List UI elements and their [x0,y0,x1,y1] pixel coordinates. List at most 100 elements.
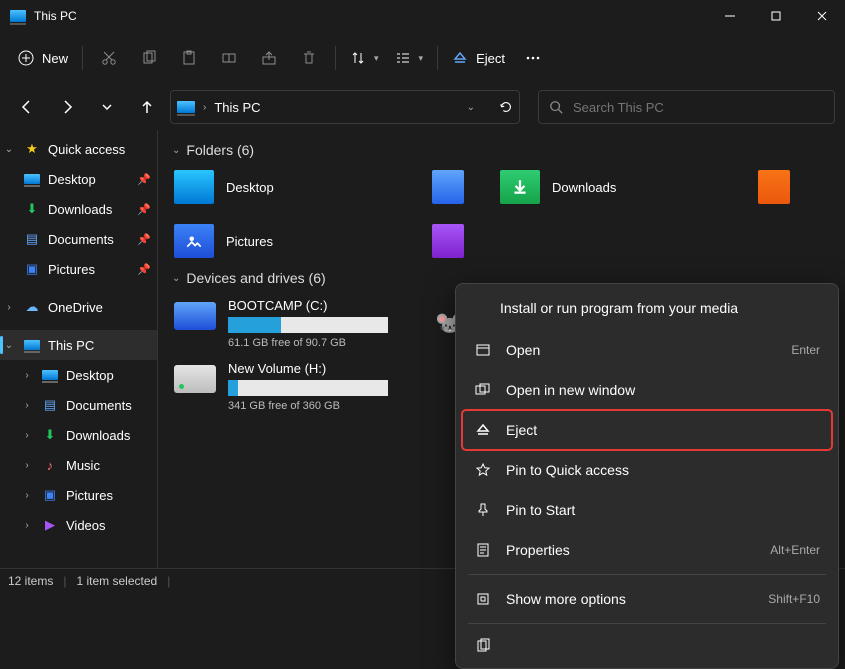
folder-pictures[interactable]: Pictures [170,220,400,262]
ctx-show-more[interactable]: Show more options Shift+F10 [462,579,832,619]
title-bar: This PC [0,0,845,32]
ctx-open-new-window[interactable]: Open in new window [462,370,832,410]
delete-button[interactable] [291,40,327,76]
ctx-pin-quick-access[interactable]: Pin to Quick access [462,450,832,490]
downloads-icon: ⬇ [42,427,58,443]
videos-icon: ▶ [42,517,58,533]
forward-button[interactable] [50,90,84,124]
videos-folder-icon [432,224,464,258]
chevron-down-icon: ⌄ [172,273,180,284]
minimize-button[interactable] [707,0,753,32]
ctx-copy-quick[interactable] [462,628,832,662]
sidebar-quick-access[interactable]: ⌄ ★ Quick access [0,134,157,164]
search-icon [549,100,563,114]
sidebar-label: Quick access [48,142,125,157]
sidebar-item-downloads[interactable]: ⬇ Downloads 📌 [0,194,157,224]
address-bar[interactable]: › This PC ⌄ [170,90,520,124]
recent-button[interactable] [90,90,124,124]
chevron-right-icon[interactable]: › [20,370,34,381]
sidebar-item-pictures[interactable]: ▣ Pictures 📌 [0,254,157,284]
rename-button[interactable] [211,40,247,76]
search-box[interactable] [538,90,835,124]
sidebar-item-label: Documents [66,398,132,413]
app-icon [10,10,26,22]
chevron-right-icon[interactable]: › [2,302,16,313]
chevron-right-icon[interactable]: › [20,430,34,441]
ctx-shortcut: Shift+F10 [768,592,820,606]
sidebar-item-label: Desktop [66,368,114,383]
separator [468,623,826,624]
folder-downloads[interactable]: Downloads [496,166,726,208]
sidebar-item-pictures[interactable]: › ▣ Pictures [0,480,157,510]
sidebar-item-desktop[interactable]: › Desktop [0,360,157,390]
chevron-right-icon[interactable]: › [20,520,34,531]
ctx-pin-start[interactable]: Pin to Start [462,490,832,530]
sidebar-item-desktop[interactable]: Desktop 📌 [0,164,157,194]
folder-documents[interactable] [428,166,468,208]
folder-music[interactable] [754,166,794,208]
ctx-shortcut: Enter [791,343,820,357]
pc-icon [177,101,195,113]
new-button[interactable]: New [12,40,74,76]
ctx-properties[interactable]: Properties Alt+Enter [462,530,832,570]
context-menu-header: Install or run program from your media [462,290,832,330]
folders-header[interactable]: ⌄ Folders (6) [172,142,833,158]
sidebar-item-documents[interactable]: ▤ Documents 📌 [0,224,157,254]
search-input[interactable] [573,100,824,115]
drive-name: BOOTCAMP (C:) [228,298,406,313]
section-title: Folders (6) [186,142,254,158]
drive-item[interactable]: BOOTCAMP (C:) 61.1 GB free of 90.7 GB [170,294,410,353]
sidebar-onedrive[interactable]: › ☁ OneDrive [0,292,157,322]
ctx-eject[interactable]: Eject [462,410,832,450]
refresh-button[interactable] [499,100,513,114]
pin-icon [474,502,492,518]
back-button[interactable] [10,90,44,124]
cut-button[interactable] [91,40,127,76]
ctx-label: Show more options [506,591,626,607]
drive-item[interactable]: New Volume (H:) 341 GB free of 360 GB [170,357,410,416]
more-button[interactable] [515,40,551,76]
nav-bar: › This PC ⌄ [0,84,845,130]
sidebar-item-label: Videos [66,518,106,533]
folder-desktop[interactable]: Desktop [170,166,400,208]
sidebar: ⌄ ★ Quick access Desktop 📌 ⬇ Downloads 📌… [0,130,158,568]
desktop-icon [24,174,40,184]
chevron-right-icon[interactable]: › [20,400,34,411]
chevron-down-icon[interactable]: ⌄ [467,102,475,113]
close-button[interactable] [799,0,845,32]
eject-button[interactable]: Eject [446,40,511,76]
address-text: This PC [214,100,260,115]
sidebar-this-pc[interactable]: ⌄ This PC [0,330,157,360]
chevron-down-icon[interactable]: ⌄ [2,144,16,155]
sidebar-item-documents[interactable]: › ▤ Documents [0,390,157,420]
pc-icon [24,340,40,350]
sidebar-item-music[interactable]: › ♪ Music [0,450,157,480]
chevron-right-icon[interactable]: › [20,460,34,471]
sidebar-label: OneDrive [48,300,103,315]
up-button[interactable] [130,90,164,124]
sidebar-item-downloads[interactable]: › ⬇ Downloads [0,420,157,450]
share-button[interactable] [251,40,287,76]
paste-button[interactable] [171,40,207,76]
ctx-shortcut: Alt+Enter [770,543,820,557]
drive-usage-bar [228,317,388,333]
pictures-folder-icon [174,224,214,258]
chevron-down-icon[interactable]: ⌄ [2,340,16,351]
sidebar-item-label: Downloads [66,428,130,443]
copy-button[interactable] [131,40,167,76]
folder-videos[interactable] [428,220,468,262]
drive-icon [174,302,216,330]
chevron-right-icon: › [203,102,206,113]
maximize-button[interactable] [753,0,799,32]
sort-button[interactable]: ▾ [344,40,385,76]
chevron-down-icon: ⌄ [172,145,180,156]
sidebar-item-videos[interactable]: › ▶ Videos [0,510,157,540]
ctx-open[interactable]: Open Enter [462,330,832,370]
view-button[interactable]: ▾ [389,40,430,76]
chevron-right-icon[interactable]: › [20,490,34,501]
context-menu: Install or run program from your media O… [455,283,839,669]
separator [468,574,826,575]
ctx-label: Pin to Start [506,502,575,518]
status-selected-count: 1 item selected [76,574,157,588]
section-title: Devices and drives (6) [186,270,325,286]
